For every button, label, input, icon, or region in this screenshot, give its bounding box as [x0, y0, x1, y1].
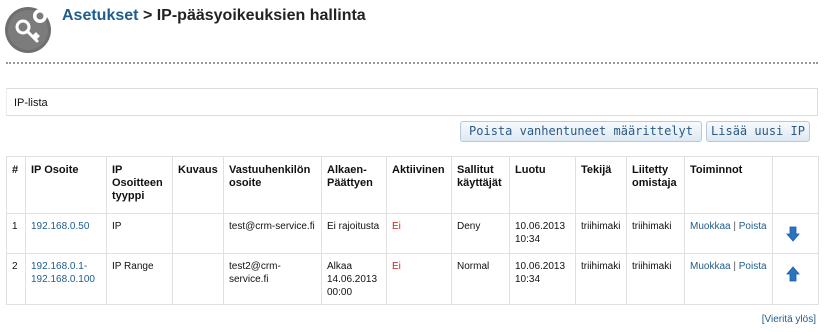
delete-link[interactable]: Poista [739, 261, 767, 272]
row-number: 2 [6, 253, 26, 305]
breadcrumb-separator: > [142, 7, 153, 24]
row-actions: Muokkaa | Poista [684, 213, 773, 254]
arrow-down-icon[interactable] [786, 226, 800, 242]
ip-type: IP Range [106, 253, 173, 305]
table-header-row: # IP Osoite IP Osoitteen tyyppi Kuvaus V… [6, 156, 819, 214]
breadcrumb-settings-link[interactable]: Asetukset [62, 7, 138, 24]
created-date: 10.06.2013 10:34 [509, 253, 576, 305]
ip-table: # IP Osoite IP Osoitteen tyyppi Kuvaus V… [6, 156, 819, 305]
column-header[interactable]: Aktiivinen [386, 156, 452, 214]
edit-link[interactable]: Muokkaa [690, 261, 731, 272]
author: triihimaki [575, 213, 627, 254]
column-header[interactable]: Kuvaus [172, 156, 224, 214]
validity-period: Alkaa 14.06.2013 00:00 [321, 253, 387, 305]
attached-owner: triihimaki [626, 213, 685, 254]
contact-address: test@crm-service.fi [223, 213, 322, 254]
action-separator: | [733, 221, 736, 232]
scroll-to-top-link[interactable]: [Vieritä ylös] [762, 314, 816, 325]
page-header: Asetukset > IP-pääsyoikeuksien hallinta [0, 0, 824, 56]
header-divider [6, 62, 818, 64]
active-status: Ei [392, 221, 401, 232]
validity-period: Ei rajoitusta [321, 213, 387, 254]
page-title: Asetukset > IP-pääsyoikeuksien hallinta [62, 7, 366, 25]
ip-address-link[interactable]: 192.168.0.1-192.168.0.100 [31, 261, 95, 285]
column-header[interactable]: Alkaen-Päättyen [321, 156, 387, 214]
arrow-up-icon[interactable] [786, 266, 800, 282]
contact-address: test2@crm-service.fi [223, 253, 322, 305]
add-new-ip-button[interactable]: Lisää uusi IP [706, 121, 810, 142]
table-row: 1 192.168.0.50 IP test@crm-service.fi Ei… [6, 213, 819, 254]
allowed-users: Deny [451, 213, 510, 254]
ip-type: IP [106, 213, 173, 254]
description [172, 213, 224, 254]
column-header[interactable]: Liitetty omistaja [626, 156, 685, 214]
author: triihimaki [575, 253, 627, 305]
allowed-users: Normal [451, 253, 510, 305]
page-heading: IP-pääsyoikeuksien hallinta [156, 7, 366, 24]
column-header[interactable]: IP Osoitteen tyyppi [106, 156, 173, 214]
table-row: 2 192.168.0.1-192.168.0.100 IP Range tes… [6, 253, 819, 305]
column-header[interactable]: Sallitut käyttäjät [451, 156, 510, 214]
row-actions: Muokkaa | Poista [684, 253, 773, 305]
edit-link[interactable]: Muokkaa [690, 221, 731, 232]
column-header[interactable]: Vastuuhenkilön osoite [223, 156, 322, 214]
section-title: IP-lista [14, 97, 48, 109]
active-status: Ei [392, 261, 401, 272]
attached-owner: triihimaki [626, 253, 685, 305]
column-header-empty [772, 156, 819, 214]
delete-expired-button[interactable]: Poista vanhentuneet määrittelyt [460, 121, 702, 142]
column-header: # [6, 156, 26, 214]
move-cell [772, 253, 819, 305]
settings-key-icon [5, 7, 51, 53]
description [172, 253, 224, 305]
column-header: Toiminnot [684, 156, 773, 214]
ip-list-section: IP-lista [6, 88, 818, 116]
move-cell [772, 213, 819, 254]
action-separator: | [733, 261, 736, 272]
column-header[interactable]: Tekijä [575, 156, 627, 214]
ip-address-link[interactable]: 192.168.0.50 [31, 221, 89, 232]
delete-link[interactable]: Poista [739, 221, 767, 232]
created-date: 10.06.2013 10:34 [509, 213, 576, 254]
column-header[interactable]: Luotu [509, 156, 576, 214]
column-header[interactable]: IP Osoite [25, 156, 107, 214]
row-number: 1 [6, 213, 26, 254]
